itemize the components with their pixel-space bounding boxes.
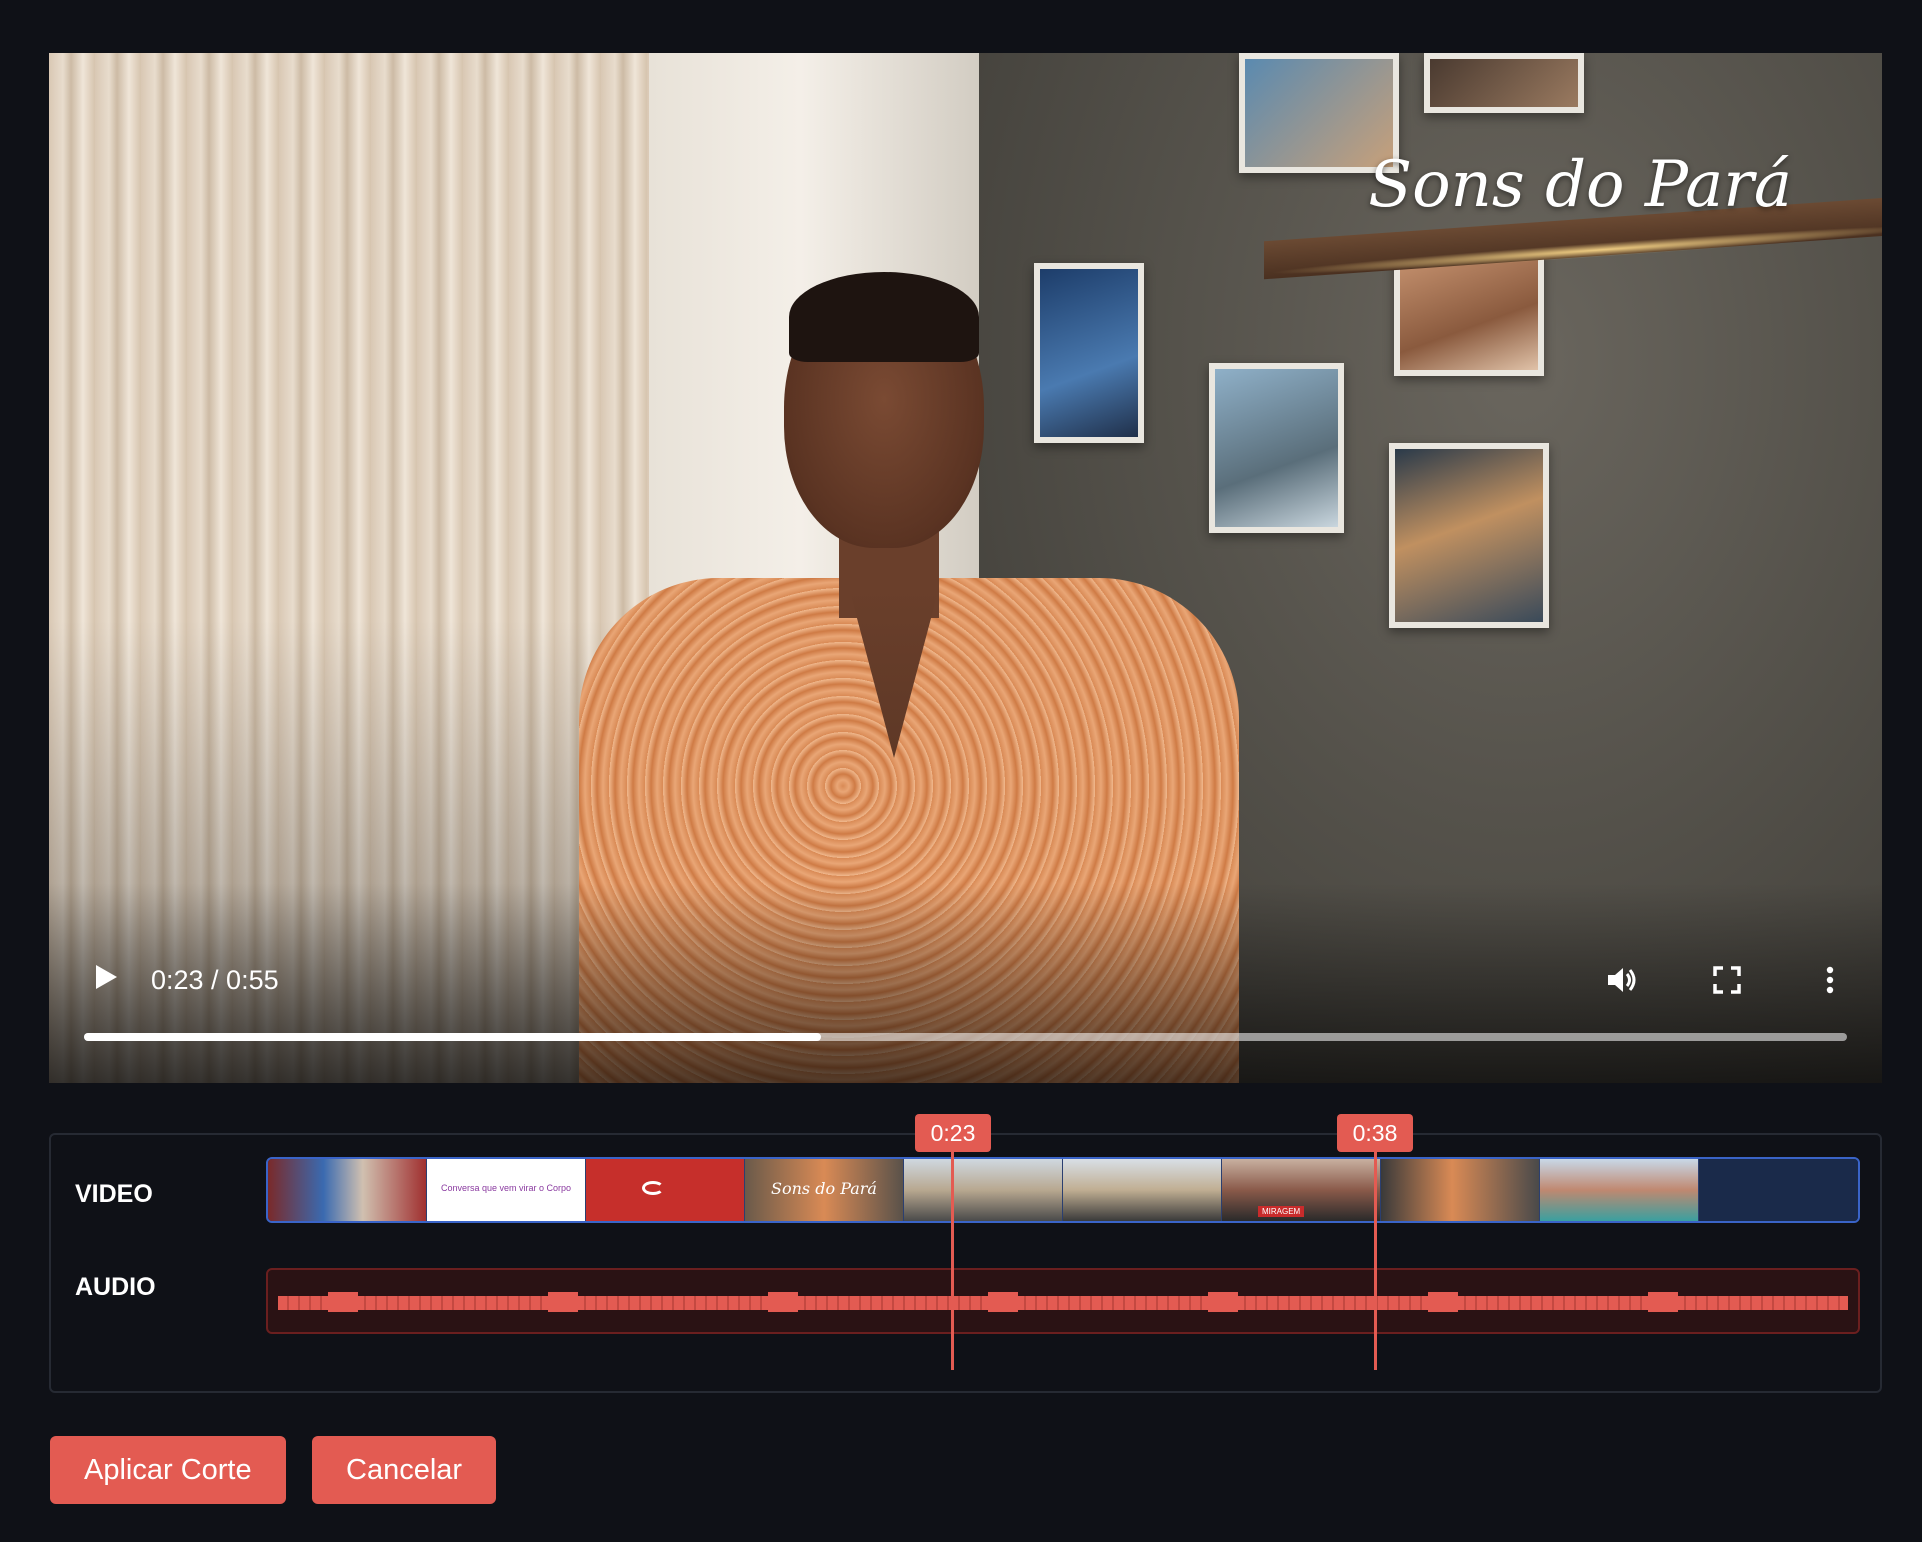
video-thumbnail [1540, 1159, 1699, 1221]
video-thumbnail [904, 1159, 1063, 1221]
trim-end-line[interactable] [1374, 1138, 1377, 1370]
wall-photo [1424, 53, 1584, 113]
wall-photo [1389, 443, 1549, 628]
video-frame: Sons do Pará [49, 53, 1882, 1083]
fullscreen-button[interactable] [1709, 962, 1745, 998]
channel-watermark: Sons do Pará [1368, 148, 1792, 222]
video-thumbnail: Sons do Pará [745, 1159, 904, 1221]
video-thumbnail: Conversa que vem virar o Corpo [427, 1159, 586, 1221]
fullscreen-icon [1713, 966, 1741, 994]
waveform-peak [548, 1292, 578, 1312]
video-thumbnail [1063, 1159, 1222, 1221]
video-thumbnail: MIRAGEM [1222, 1159, 1381, 1221]
waveform-peak [768, 1292, 798, 1312]
video-track[interactable]: Conversa que vem virar o Corpo Sons do P… [266, 1157, 1860, 1223]
more-vertical-icon [1826, 966, 1834, 994]
trim-start-marker[interactable]: 0:23 [915, 1114, 991, 1152]
waveform-peak [988, 1292, 1018, 1312]
more-options-button[interactable] [1812, 962, 1848, 998]
play-icon [96, 965, 117, 989]
time-display: 0:23 / 0:55 [151, 965, 279, 995]
progress-fill [84, 1033, 822, 1041]
waveform-peak [1208, 1292, 1238, 1312]
video-thumbnail [1381, 1159, 1540, 1221]
progress-bar[interactable] [84, 1033, 1847, 1041]
waveform-peak [328, 1292, 358, 1312]
audio-waveform [278, 1296, 1848, 1310]
waveform-peak [1648, 1292, 1678, 1312]
audio-track-label: AUDIO [75, 1273, 156, 1301]
video-track-label: VIDEO [75, 1180, 153, 1208]
video-thumbnail-empty [1699, 1159, 1858, 1221]
audio-track[interactable] [266, 1268, 1860, 1334]
apply-cut-button[interactable]: Aplicar Corte [50, 1436, 286, 1504]
video-thumbnail [586, 1159, 745, 1221]
cancel-button[interactable]: Cancelar [312, 1436, 497, 1504]
video-thumbnail [268, 1159, 427, 1221]
trim-end-marker[interactable]: 0:38 [1337, 1114, 1413, 1152]
play-button[interactable] [90, 962, 120, 992]
trim-start-line[interactable] [951, 1138, 954, 1370]
waveform-peak [1428, 1292, 1458, 1312]
video-player[interactable]: Sons do Pará 0:23 / 0:55 [49, 53, 1882, 1083]
timeline-panel: VIDEO AUDIO Conversa que vem virar o Cor… [49, 1133, 1882, 1393]
volume-button[interactable] [1604, 962, 1640, 998]
volume-icon [1608, 968, 1636, 992]
